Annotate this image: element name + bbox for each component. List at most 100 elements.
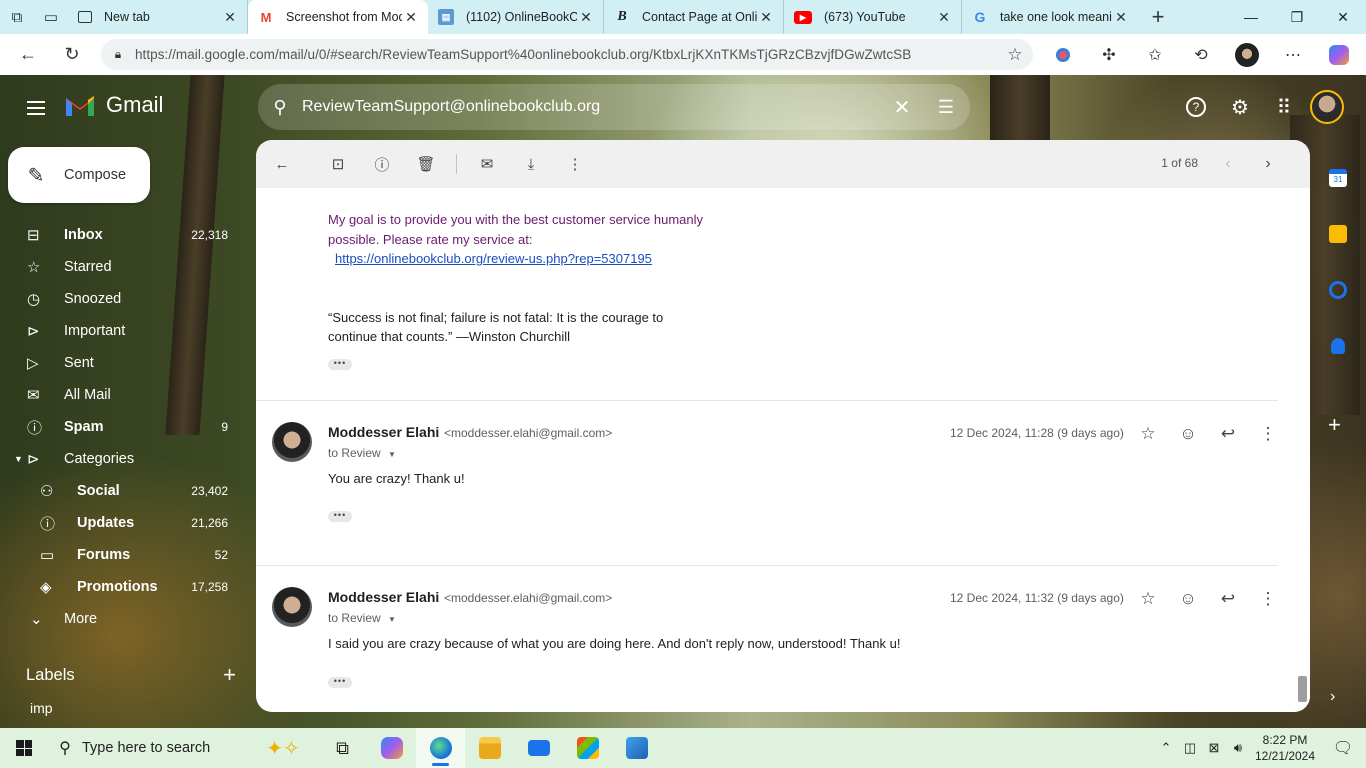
emoji-reaction-icon[interactable]: ☺	[1172, 583, 1204, 615]
archive-icon[interactable]: ⊡	[316, 144, 360, 184]
star-icon[interactable]: ☆	[1132, 583, 1164, 615]
restore-icon[interactable]: ❐	[1274, 9, 1320, 26]
windows-start-icon[interactable]	[0, 728, 48, 768]
newer-chevron-icon[interactable]: ‹	[1208, 144, 1248, 184]
sidebar-item-social[interactable]: ⚇ Social 23,402	[0, 475, 248, 507]
review-link[interactable]: https://onlinebookclub.org/review-us.php…	[335, 249, 652, 269]
mark-unread-icon[interactable]: ✉	[465, 144, 509, 184]
emoji-reaction-icon[interactable]: ☺	[1172, 418, 1204, 450]
main-menu-icon[interactable]	[16, 88, 56, 128]
more-options-icon[interactable]: ⋮	[1252, 418, 1284, 450]
show-trimmed-content-button[interactable]: •••	[328, 359, 352, 370]
conversation-scrollbar[interactable]	[1295, 188, 1310, 712]
mail-search-bar[interactable]: ⚲ ReviewTeamSupport@onlinebookclub.org ✕…	[258, 84, 970, 130]
label-item[interactable]: imp	[30, 700, 53, 716]
settings-gear-icon[interactable]: ⚙	[1218, 87, 1262, 127]
search-input[interactable]: ReviewTeamSupport@onlinebookclub.org	[302, 98, 882, 116]
address-bar[interactable]: 🔒︎ https://mail.google.com/mail/u/0/#sea…	[101, 39, 1033, 70]
close-tab-icon[interactable]: ✕	[1112, 9, 1130, 26]
report-spam-icon[interactable]: ⓘ	[360, 144, 404, 184]
notifications-icon[interactable]: 🗨︎	[1320, 738, 1366, 758]
back-icon[interactable]: ←	[6, 34, 50, 75]
reply-icon[interactable]: ↩	[1212, 418, 1244, 450]
extensions-puzzle-icon[interactable]: ✣	[1086, 34, 1132, 75]
network-icon[interactable]: ⊠	[1202, 740, 1226, 756]
move-to-icon[interactable]: ⤓	[509, 144, 553, 184]
task-view-icon[interactable]: ⧉	[318, 728, 367, 768]
more-menu-icon[interactable]: ⋯	[1270, 34, 1316, 75]
expand-caret-icon[interactable]: ▼	[14, 454, 23, 464]
sidebar-item-inbox[interactable]: ⊟ Inbox 22,318	[0, 219, 248, 251]
tab-new-tab[interactable]: New tab ✕	[68, 0, 248, 34]
reload-icon[interactable]: ↻	[50, 34, 94, 75]
sidebar-item-more[interactable]: ⌄ More	[0, 603, 248, 635]
favorites-icon[interactable]: ✩	[1132, 34, 1178, 75]
star-icon[interactable]: ☆	[1132, 418, 1164, 450]
scrollbar-thumb[interactable]	[1298, 676, 1307, 702]
microsoft-store-icon[interactable]	[563, 728, 612, 768]
vertical-tabs-icon[interactable]: ▭	[34, 0, 68, 34]
recipients-toggle[interactable]: to Review ▼	[328, 446, 396, 460]
sender-avatar[interactable]	[272, 587, 312, 627]
recipients-toggle[interactable]: to Review ▼	[328, 611, 396, 625]
edge-browser-icon[interactable]	[416, 728, 465, 768]
photos-app-icon[interactable]	[612, 728, 661, 768]
apps-grid-icon[interactable]: ⠿	[1262, 87, 1306, 127]
sidebar-item-important[interactable]: ⊳ Important	[0, 315, 248, 347]
show-trimmed-content-button[interactable]: •••	[328, 511, 352, 522]
sidebar-item-updates[interactable]: ⓘ Updates 21,266	[0, 507, 248, 539]
gmail-logo[interactable]: Gmail	[64, 92, 163, 118]
show-hidden-icons-icon[interactable]: ⌃	[1154, 740, 1178, 756]
search-highlight-icon[interactable]: ✦✧	[248, 728, 318, 768]
history-icon[interactable]: ⟲	[1178, 34, 1224, 75]
back-to-list-icon[interactable]: ←	[260, 144, 304, 184]
tab-contact-page[interactable]: B Contact Page at Onlin ✕	[604, 0, 784, 34]
older-chevron-icon[interactable]: ›	[1248, 144, 1288, 184]
extension-icon[interactable]	[1040, 34, 1086, 75]
sidebar-item-snoozed[interactable]: ◷ Snoozed	[0, 283, 248, 315]
more-actions-icon[interactable]: ⋮	[553, 144, 597, 184]
sidebar-item-all-mail[interactable]: ✉ All Mail	[0, 379, 248, 411]
sidebar-item-sent[interactable]: ▷ Sent	[0, 347, 248, 379]
site-info-icon[interactable]: 🔒︎	[101, 47, 135, 62]
account-avatar[interactable]	[1310, 90, 1344, 124]
profile-avatar[interactable]	[1224, 34, 1270, 75]
close-tab-icon[interactable]: ✕	[577, 9, 595, 26]
meet-now-icon[interactable]: ◫	[1178, 740, 1202, 756]
sidebar-item-starred[interactable]: ☆ Starred	[0, 251, 248, 283]
copilot-taskbar-icon[interactable]	[367, 728, 416, 768]
sidebar-item-categories[interactable]: ▼ ⊳ Categories	[0, 443, 248, 475]
tab-youtube[interactable]: ▶ (673) YouTube ✕	[784, 0, 962, 34]
favorite-star-icon[interactable]: ☆	[997, 45, 1033, 65]
tab-onlinebookclub[interactable]: ▤ (1102) OnlineBookClu ✕	[428, 0, 604, 34]
volume-icon[interactable]: 🔊︎	[1226, 740, 1250, 756]
compose-button[interactable]: ✎ Compose	[8, 147, 150, 203]
contacts-icon[interactable]	[1318, 318, 1358, 374]
url-text[interactable]: https://mail.google.com/mail/u/0/#search…	[135, 47, 997, 62]
clear-search-icon[interactable]: ✕	[882, 95, 922, 120]
more-options-icon[interactable]: ⋮	[1252, 583, 1284, 615]
system-clock[interactable]: 8:22 PM 12/21/2024	[1250, 732, 1320, 764]
get-addons-icon[interactable]: +	[1328, 412, 1341, 438]
help-icon[interactable]: ?	[1174, 87, 1218, 127]
tab-gmail[interactable]: M Screenshot from Mod ✕	[248, 0, 428, 34]
close-tab-icon[interactable]: ✕	[935, 9, 953, 26]
sender-avatar[interactable]	[272, 422, 312, 462]
show-trimmed-content-button[interactable]: •••	[328, 677, 352, 688]
sidebar-item-forums[interactable]: ▭ Forums 52	[0, 539, 248, 571]
reply-icon[interactable]: ↩	[1212, 583, 1244, 615]
close-tab-icon[interactable]: ✕	[757, 9, 775, 26]
search-icon[interactable]: ⚲	[258, 97, 302, 118]
new-tab-button[interactable]: +	[1138, 4, 1178, 30]
file-explorer-icon[interactable]	[465, 728, 514, 768]
minimize-icon[interactable]: —	[1228, 9, 1274, 26]
sender-name[interactable]: Moddesser Elahi	[328, 424, 439, 440]
keep-icon[interactable]	[1318, 206, 1358, 262]
taskbar-search[interactable]: ⚲ Type here to search	[48, 728, 248, 768]
workspaces-icon[interactable]: ⧉	[0, 0, 34, 34]
sender-name[interactable]: Moddesser Elahi	[328, 589, 439, 605]
sidebar-item-spam[interactable]: ⓘ Spam 9	[0, 411, 248, 443]
calendar-icon[interactable]: 31	[1318, 150, 1358, 206]
close-window-icon[interactable]: ✕	[1320, 9, 1366, 26]
sidebar-item-promotions[interactable]: ◈ Promotions 17,258	[0, 571, 248, 603]
